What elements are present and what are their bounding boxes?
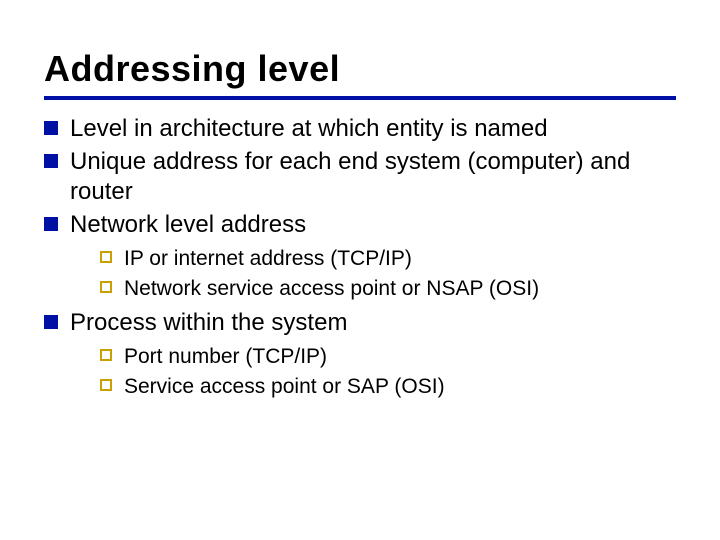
- slide: Addressing level Level in architecture a…: [0, 0, 720, 540]
- sub-list: IP or internet address (TCP/IP) Network …: [70, 245, 676, 302]
- bullet-text: Network level address: [70, 211, 306, 238]
- bullet-text: Service access point or SAP (OSI): [124, 375, 445, 398]
- list-item: Level in architecture at which entity is…: [44, 114, 676, 145]
- bullet-text: IP or internet address (TCP/IP): [124, 247, 412, 270]
- list-item: Unique address for each end system (comp…: [44, 147, 676, 208]
- slide-title: Addressing level: [44, 48, 676, 90]
- bullet-text: Port number (TCP/IP): [124, 345, 327, 368]
- bullet-text: Process within the system: [70, 309, 347, 336]
- list-item: IP or internet address (TCP/IP): [100, 245, 676, 273]
- list-item: Service access point or SAP (OSI): [100, 373, 676, 401]
- list-item: Network service access point or NSAP (OS…: [100, 275, 676, 303]
- list-item: Network level address IP or internet add…: [44, 210, 676, 302]
- bullet-list: Level in architecture at which entity is…: [44, 114, 676, 400]
- sub-list: Port number (TCP/IP) Service access poin…: [70, 343, 676, 400]
- title-underline: [44, 96, 676, 100]
- bullet-text: Level in architecture at which entity is…: [70, 115, 548, 142]
- list-item: Process within the system Port number (T…: [44, 308, 676, 400]
- bullet-text: Network service access point or NSAP (OS…: [124, 277, 539, 300]
- list-item: Port number (TCP/IP): [100, 343, 676, 371]
- bullet-text: Unique address for each end system (comp…: [70, 148, 630, 206]
